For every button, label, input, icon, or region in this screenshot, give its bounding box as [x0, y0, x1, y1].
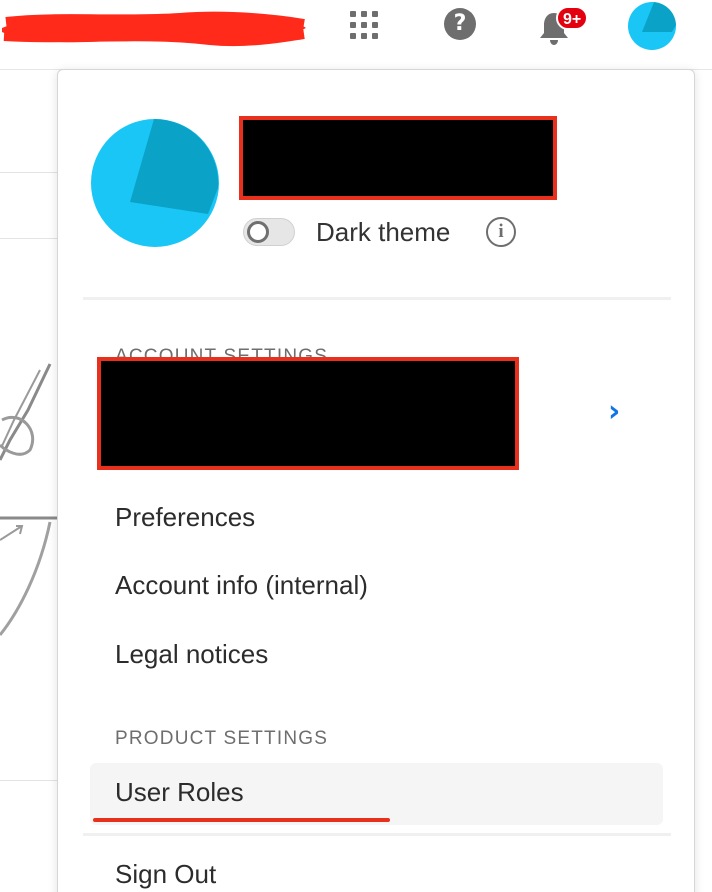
help-icon[interactable]: ? — [444, 8, 476, 40]
menu-item-user-roles-label: User Roles — [115, 777, 244, 807]
background-divider — [0, 172, 60, 173]
apps-grid-icon[interactable] — [346, 7, 380, 41]
account-settings-item-redaction[interactable] — [97, 357, 519, 470]
menu-item-account-info[interactable]: Account info (internal) — [115, 570, 368, 601]
divider — [83, 297, 671, 300]
annotation-underline — [93, 818, 390, 822]
divider — [83, 833, 671, 836]
background-illustration — [0, 363, 58, 636]
account-menu-panel: Dark theme i ACCOUNT SETTINGS › Preferen… — [57, 69, 695, 892]
redaction-scribble — [2, 11, 306, 47]
toggle-knob — [247, 221, 269, 243]
background-divider — [0, 780, 60, 781]
menu-item-legal-notices[interactable]: Legal notices — [115, 639, 268, 670]
top-bar: ? 9+ — [0, 0, 712, 70]
notification-count-badge: 9+ — [556, 6, 589, 30]
dark-theme-toggle[interactable] — [243, 218, 295, 246]
product-settings-heading: PRODUCT SETTINGS — [115, 728, 329, 749]
menu-item-preferences[interactable]: Preferences — [115, 502, 255, 533]
info-icon[interactable]: i — [486, 217, 516, 247]
user-name-redaction — [239, 116, 557, 200]
background-divider — [0, 238, 60, 239]
avatar-icon[interactable] — [626, 0, 678, 52]
sign-out-button[interactable]: Sign Out — [115, 859, 216, 890]
menu-item-user-roles[interactable]: User Roles — [90, 763, 663, 825]
notifications-button[interactable]: 9+ — [534, 6, 594, 46]
chevron-right-icon[interactable]: › — [608, 397, 632, 427]
profile-avatar — [91, 118, 219, 247]
dark-theme-label: Dark theme — [316, 217, 451, 247]
